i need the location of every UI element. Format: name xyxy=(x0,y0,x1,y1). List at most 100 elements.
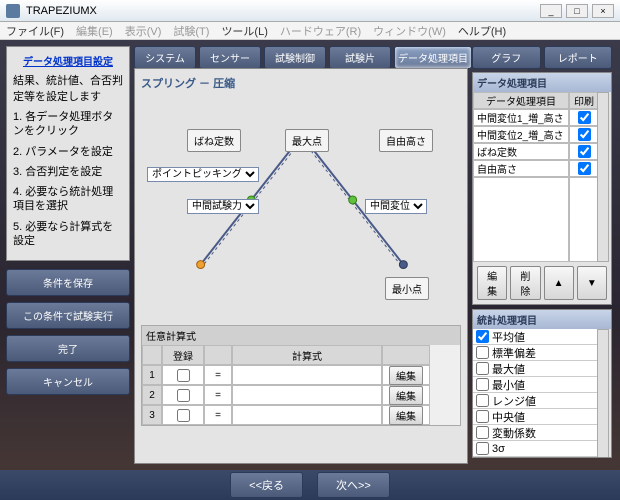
item-cell xyxy=(473,177,569,262)
calc-col-num xyxy=(142,345,162,365)
menu-test[interactable]: 試験(T) xyxy=(173,23,209,39)
print-check xyxy=(569,177,599,262)
window-title: TRAPEZIUMX xyxy=(26,5,97,17)
menu-edit[interactable]: 編集(E) xyxy=(76,23,113,39)
move-down-button[interactable]: ▼ xyxy=(577,266,607,300)
item-cell[interactable]: ばね定数 xyxy=(473,143,569,160)
calc-col-reg: 登録 xyxy=(162,345,204,365)
menu-file[interactable]: ファイル(F) xyxy=(6,23,64,39)
stats-header: 統計処理項目 xyxy=(473,310,611,329)
left-guide-panel: データ処理項目設定 結果、統計値、合否判定等を設定します 1. 各データ処理ボタ… xyxy=(6,46,130,261)
menu-tool[interactable]: ツール(L) xyxy=(221,23,267,39)
menu-hardware[interactable]: ハードウェア(R) xyxy=(280,23,361,39)
scrollbar[interactable] xyxy=(597,329,609,457)
calc-edit-button[interactable]: 編集 xyxy=(389,406,423,425)
calc-col-formula: 計算式 xyxy=(232,345,382,365)
main-panel: スプリング － 圧縮 ばね定数 最大点 自由高さ ポイントピッキング 中間試験力 xyxy=(134,68,468,464)
stat-row[interactable]: 最小値 xyxy=(473,377,599,393)
node-spring-const[interactable]: ばね定数 xyxy=(187,129,241,152)
run-test-button[interactable]: この条件で試験実行 xyxy=(6,302,130,329)
calc-formula-cell[interactable] xyxy=(232,385,382,405)
stats-panel: 統計処理項目 平均値 標準偏差 最大値 最小値 レンジ値 中央値 変動係数 3σ… xyxy=(472,309,612,458)
calc-formula-cell[interactable] xyxy=(232,365,382,385)
delete-button[interactable]: 削除 xyxy=(510,266,540,300)
guide-step: 2. パラメータを設定 xyxy=(13,145,123,159)
main-tab-row: システム センサー 試験制御 試験片 データ処理項目 xyxy=(134,46,472,69)
calc-edit-button[interactable]: 編集 xyxy=(389,386,423,405)
footer-nav: <<戻る 次へ>> xyxy=(0,470,620,500)
app-icon xyxy=(6,4,20,18)
node-max-point[interactable]: 最大点 xyxy=(285,129,329,152)
calc-edit-cell: 編集 xyxy=(382,405,430,425)
guide-step: 1. 各データ処理ボタンをクリック xyxy=(13,110,123,139)
tab-data-items[interactable]: データ処理項目 xyxy=(394,46,472,69)
calc-row-num: 3 xyxy=(142,405,162,425)
node-free-height[interactable]: 自由高さ xyxy=(379,129,433,152)
calc-reg-check[interactable] xyxy=(162,365,204,385)
title-bar: TRAPEZIUMX _ □ × xyxy=(0,0,620,22)
edit-button[interactable]: 編集 xyxy=(477,266,507,300)
done-button[interactable]: 完了 xyxy=(6,335,130,362)
calc-eq: = xyxy=(204,405,232,425)
menu-help[interactable]: ヘルプ(H) xyxy=(458,23,506,39)
stat-row[interactable]: 平均値 xyxy=(473,329,599,345)
print-check[interactable] xyxy=(569,143,599,160)
calc-reg-check[interactable] xyxy=(162,385,204,405)
tab-system[interactable]: システム xyxy=(134,46,196,69)
calc-row-num: 1 xyxy=(142,365,162,385)
stat-row[interactable]: 変動係数 xyxy=(473,425,599,441)
guide-desc: 結果、統計値、合否判定等を設定します xyxy=(13,72,123,104)
calc-edit-cell: 編集 xyxy=(382,365,430,385)
stat-row[interactable]: 標準偏差 xyxy=(473,345,599,361)
print-check[interactable] xyxy=(569,160,599,177)
calc-row-num: 2 xyxy=(142,385,162,405)
stat-row[interactable]: 最大値 xyxy=(473,361,599,377)
data-items-header: データ処理項目 xyxy=(473,73,611,92)
move-up-button[interactable]: ▲ xyxy=(544,266,574,300)
stat-row[interactable]: レンジ値 xyxy=(473,393,599,409)
print-check[interactable] xyxy=(569,126,599,143)
calc-formula-cell[interactable] xyxy=(232,405,382,425)
menu-view[interactable]: 表示(V) xyxy=(125,23,162,39)
item-cell[interactable]: 中間変位1_増_高さ xyxy=(473,109,569,126)
menu-window[interactable]: ウィンドウ(W) xyxy=(373,23,446,39)
close-button[interactable]: × xyxy=(592,4,614,18)
next-button[interactable]: 次へ>> xyxy=(317,472,390,498)
save-conditions-button[interactable]: 条件を保存 xyxy=(6,269,130,296)
picking-select[interactable]: ポイントピッキング xyxy=(147,167,259,182)
tab-specimen[interactable]: 試験片 xyxy=(329,46,391,69)
maximize-button[interactable]: □ xyxy=(566,4,588,18)
col-item: データ処理項目 xyxy=(473,92,569,109)
menu-bar: ファイル(F) 編集(E) 表示(V) 試験(T) ツール(L) ハードウェア(… xyxy=(0,22,620,40)
tab-sensor[interactable]: センサー xyxy=(199,46,261,69)
print-check[interactable] xyxy=(569,109,599,126)
back-button[interactable]: <<戻る xyxy=(230,472,303,498)
col-print: 印刷 xyxy=(569,92,599,109)
calc-edit-cell: 編集 xyxy=(382,385,430,405)
mid-force-select[interactable]: 中間試験力 xyxy=(187,199,259,214)
stat-row[interactable]: 3σ xyxy=(473,441,599,457)
tab-graph[interactable]: グラフ xyxy=(472,46,541,69)
calc-reg-check[interactable] xyxy=(162,405,204,425)
tab-control[interactable]: 試験制御 xyxy=(264,46,326,69)
node-min-point[interactable]: 最小点 xyxy=(385,277,429,300)
cancel-button[interactable]: キャンセル xyxy=(6,368,130,395)
calc-col-edit xyxy=(382,345,430,365)
calc-header: 任意計算式 xyxy=(142,326,460,345)
item-cell[interactable]: 中間変位2_増_高さ xyxy=(473,126,569,143)
item-cell[interactable]: 自由高さ xyxy=(473,160,569,177)
tab-report[interactable]: レポート xyxy=(544,46,613,69)
calc-box: 任意計算式 登録 計算式 1 = 編集 2 = 編集 3 = xyxy=(141,325,461,426)
diagram-lines xyxy=(141,95,461,295)
main-title: スプリング － 圧縮 xyxy=(141,75,461,91)
minimize-button[interactable]: _ xyxy=(540,4,562,18)
guide-header: データ処理項目設定 xyxy=(13,53,123,68)
mid-disp-select[interactable]: 中間変位 xyxy=(365,199,427,214)
diagram-area: ばね定数 最大点 自由高さ ポイントピッキング 中間試験力 中間変位 最小点 xyxy=(141,95,461,295)
calc-edit-button[interactable]: 編集 xyxy=(389,366,423,385)
guide-step: 5. 必要なら計算式を設定 xyxy=(13,220,123,249)
scrollbar[interactable] xyxy=(597,92,609,262)
guide-step: 4. 必要なら統計処理項目を選択 xyxy=(13,185,123,214)
calc-eq: = xyxy=(204,365,232,385)
stat-row[interactable]: 中央値 xyxy=(473,409,599,425)
